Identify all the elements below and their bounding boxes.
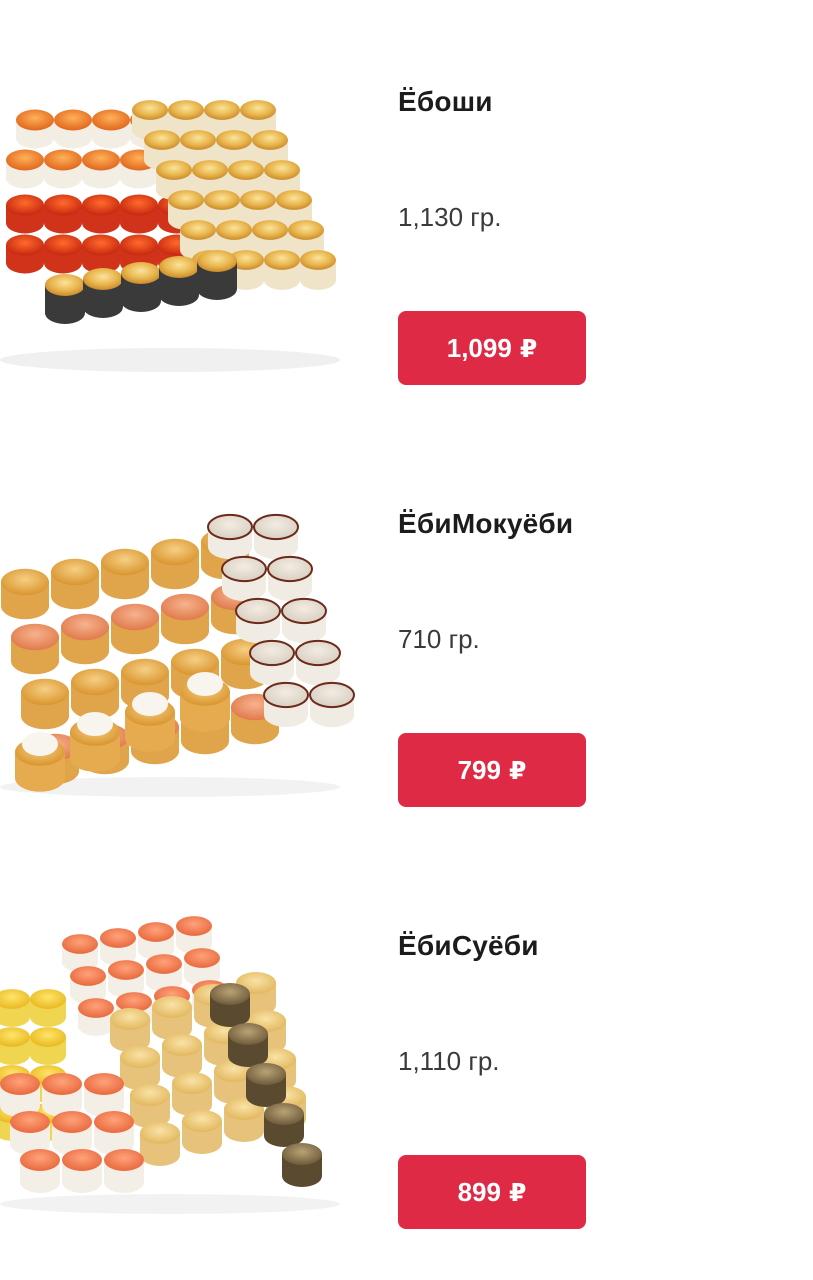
add-to-cart-price-button[interactable]: 1,099 ₽ bbox=[398, 311, 586, 385]
product-weight: 1,110 гр. bbox=[398, 1046, 500, 1076]
add-to-cart-price-button[interactable]: 799 ₽ bbox=[398, 733, 586, 807]
product-title[interactable]: Ёбоши bbox=[398, 86, 493, 118]
price-value: 799 bbox=[457, 754, 501, 785]
product-card: ЁбиСуёби 1,110 гр. 899 ₽ bbox=[0, 844, 813, 1244]
price-value: 899 bbox=[457, 1176, 501, 1207]
product-card: Ёбоши 1,130 гр. 1,099 ₽ bbox=[0, 0, 813, 400]
product-title[interactable]: ЁбиМокуёби bbox=[398, 508, 573, 540]
ruble-icon: ₽ bbox=[508, 755, 527, 785]
sushi-set-baked-rolls-image[interactable] bbox=[0, 0, 360, 380]
product-weight: 1,130 гр. bbox=[398, 202, 502, 232]
sushi-set-tempura-rolls-image[interactable] bbox=[0, 422, 360, 802]
ruble-icon: ₽ bbox=[508, 1177, 527, 1207]
add-to-cart-price-button[interactable]: 899 ₽ bbox=[398, 1155, 586, 1229]
ruble-icon: ₽ bbox=[519, 333, 538, 363]
sushi-set-mixed-rolls-image[interactable] bbox=[0, 844, 360, 1224]
product-card: ЁбиМокуёби 710 гр. 799 ₽ bbox=[0, 422, 813, 822]
price-value: 1,099 bbox=[446, 332, 512, 363]
product-title[interactable]: ЁбиСуёби bbox=[398, 930, 539, 962]
product-weight: 710 гр. bbox=[398, 624, 480, 654]
